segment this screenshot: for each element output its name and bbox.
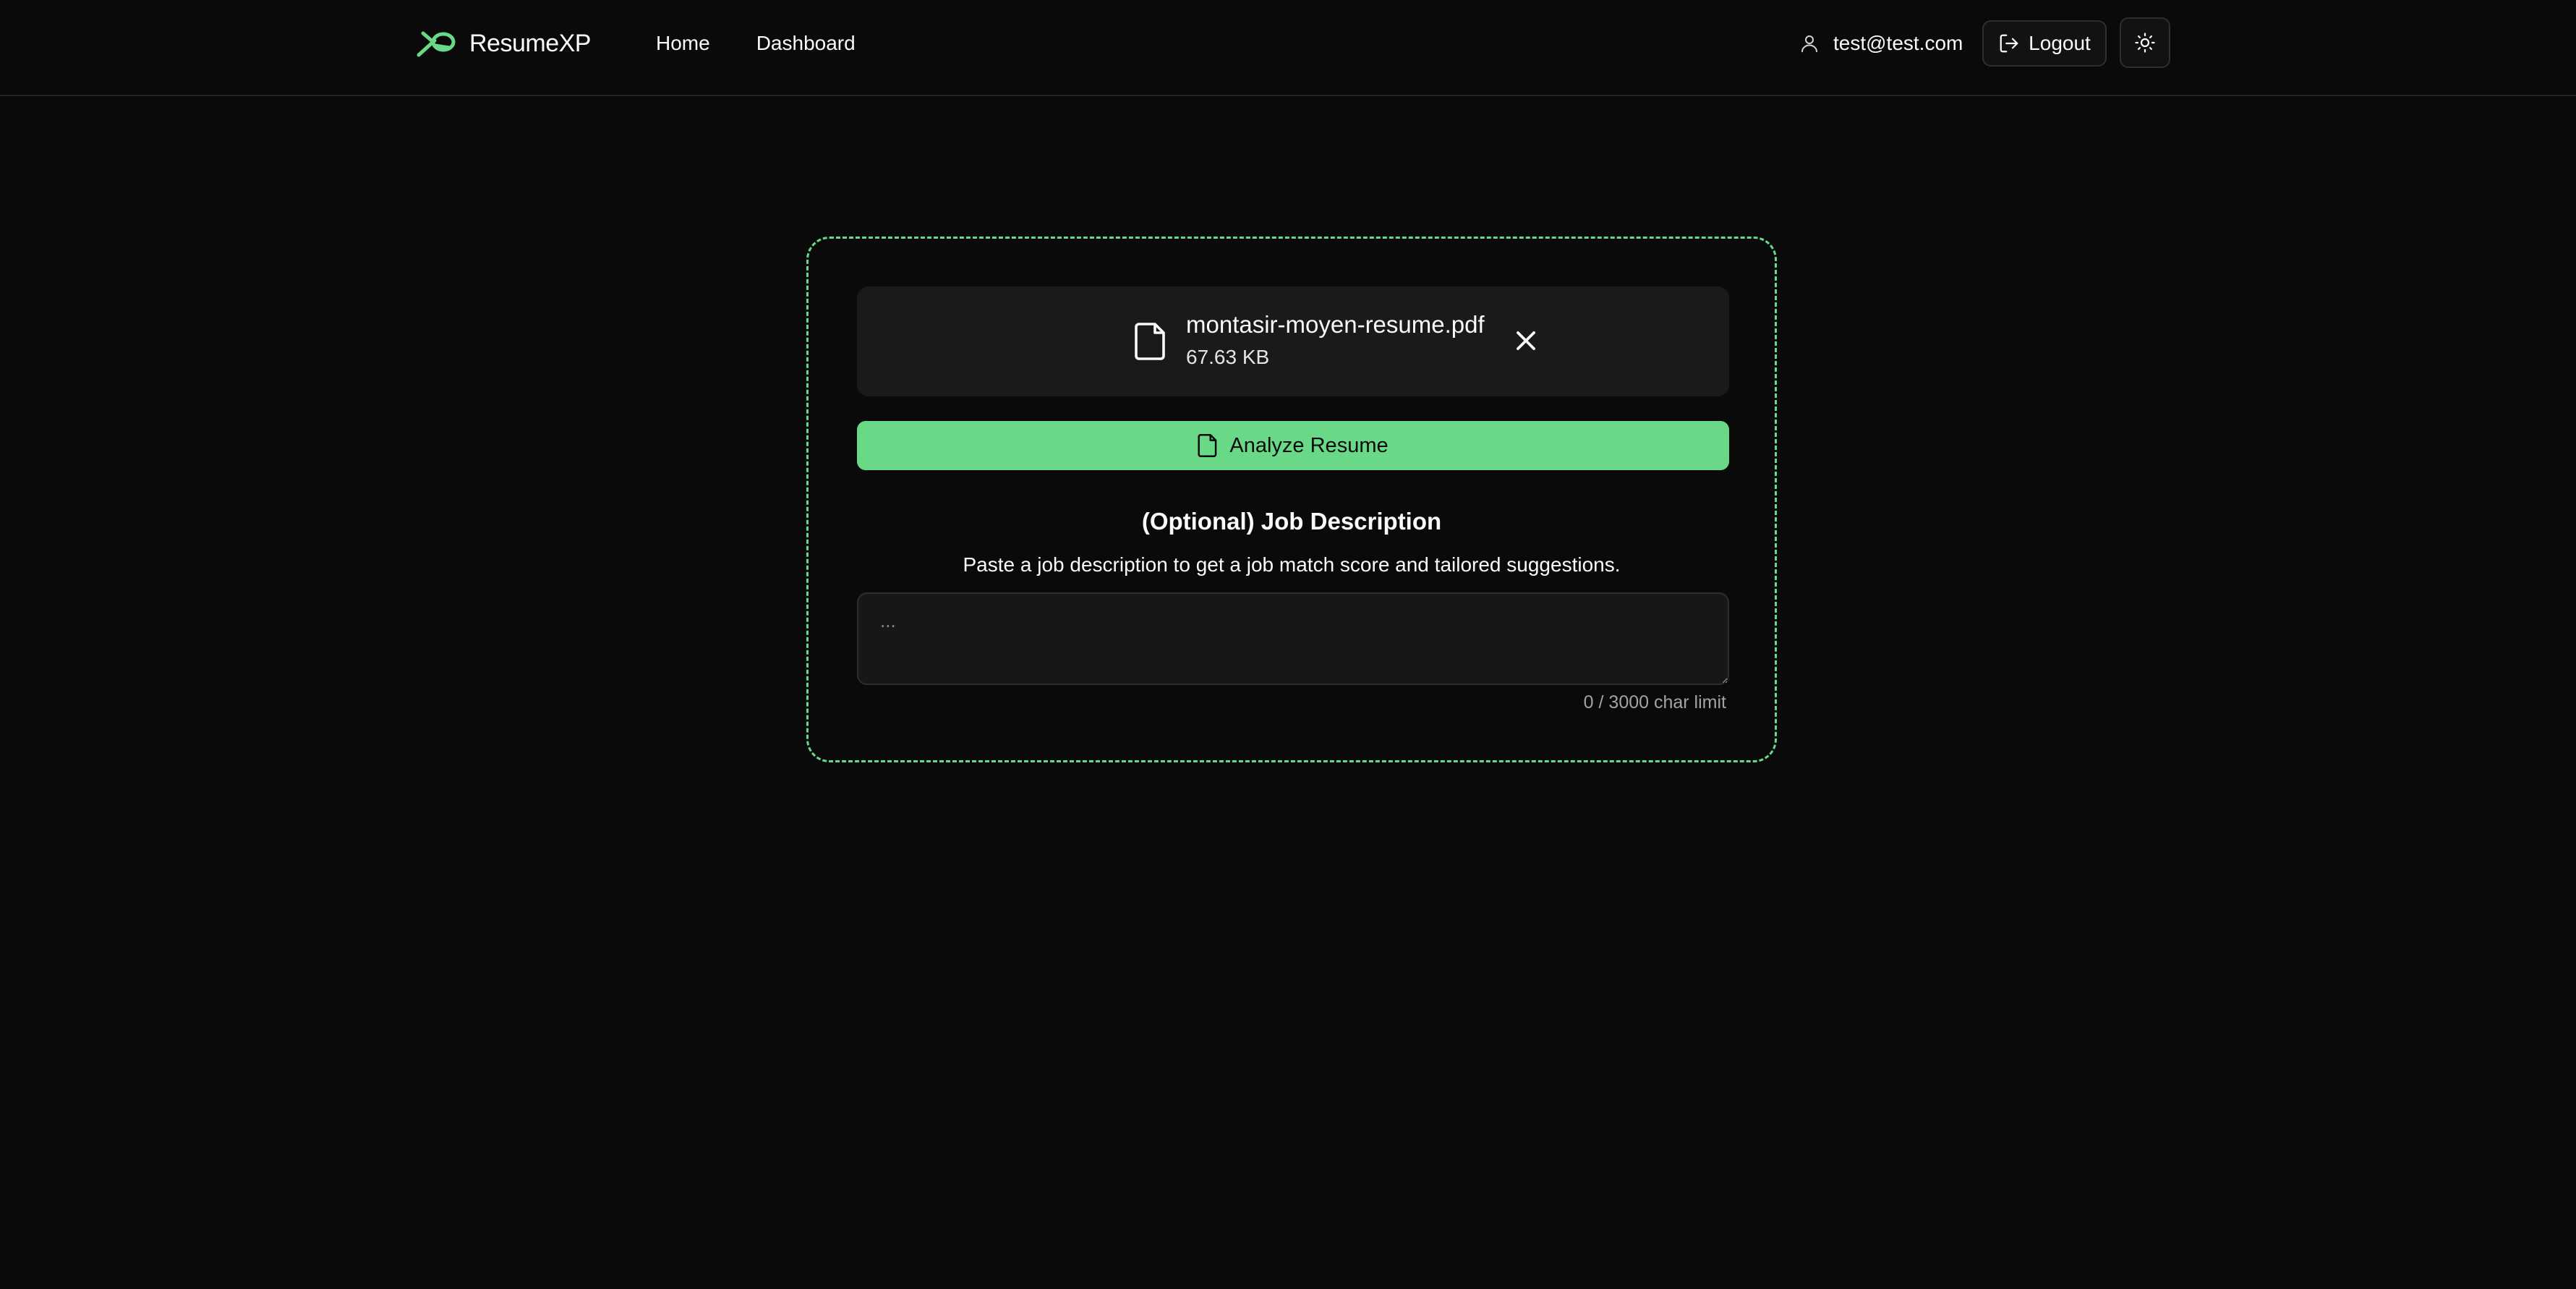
job-description-title: (Optional) Job Description [1141, 508, 1442, 535]
resume-dropzone[interactable]: montasir-moyen-resume.pdf 67.63 KB Analy… [806, 237, 1777, 762]
char-limit-counter: 0 / 3000 char limit [1583, 692, 1726, 712]
nav-dashboard-link[interactable]: Dashboard [756, 29, 856, 58]
user-icon [1801, 35, 1817, 53]
job-description-subtitle: Paste a job description to get a job mat… [963, 553, 1621, 576]
remove-file-button[interactable] [1508, 323, 1544, 359]
analyze-resume-button[interactable]: Analyze Resume [857, 421, 1729, 470]
brand-logo[interactable]: ResumeXP [416, 27, 591, 59]
file-name: montasir-moyen-resume.pdf [1186, 311, 1485, 338]
logo-icon [417, 31, 456, 57]
user-email: test@test.com [1833, 32, 1963, 54]
user-info: test@test.com [1799, 29, 1963, 58]
brand-name: ResumeXP [469, 29, 591, 57]
nav-home-link[interactable]: Home [656, 29, 710, 58]
file-icon [1198, 434, 1217, 457]
analyze-resume-label: Analyze Resume [1229, 433, 1389, 457]
file-icon [1135, 323, 1165, 360]
job-description-input[interactable] [857, 592, 1729, 685]
main-nav: Home Dashboard [656, 29, 856, 58]
logout-label: Logout [2029, 32, 2091, 54]
close-icon [1517, 331, 1535, 350]
top-navbar: ResumeXP Home Dashboard test@test.com Lo… [0, 0, 2576, 96]
selected-file-card: montasir-moyen-resume.pdf 67.63 KB [857, 286, 1729, 396]
theme-toggle-button[interactable] [2120, 17, 2170, 68]
file-size: 67.63 KB [1186, 346, 1270, 368]
logout-button[interactable]: Logout [1982, 20, 2107, 67]
sun-icon [2135, 33, 2155, 53]
logout-icon [2000, 34, 2018, 53]
